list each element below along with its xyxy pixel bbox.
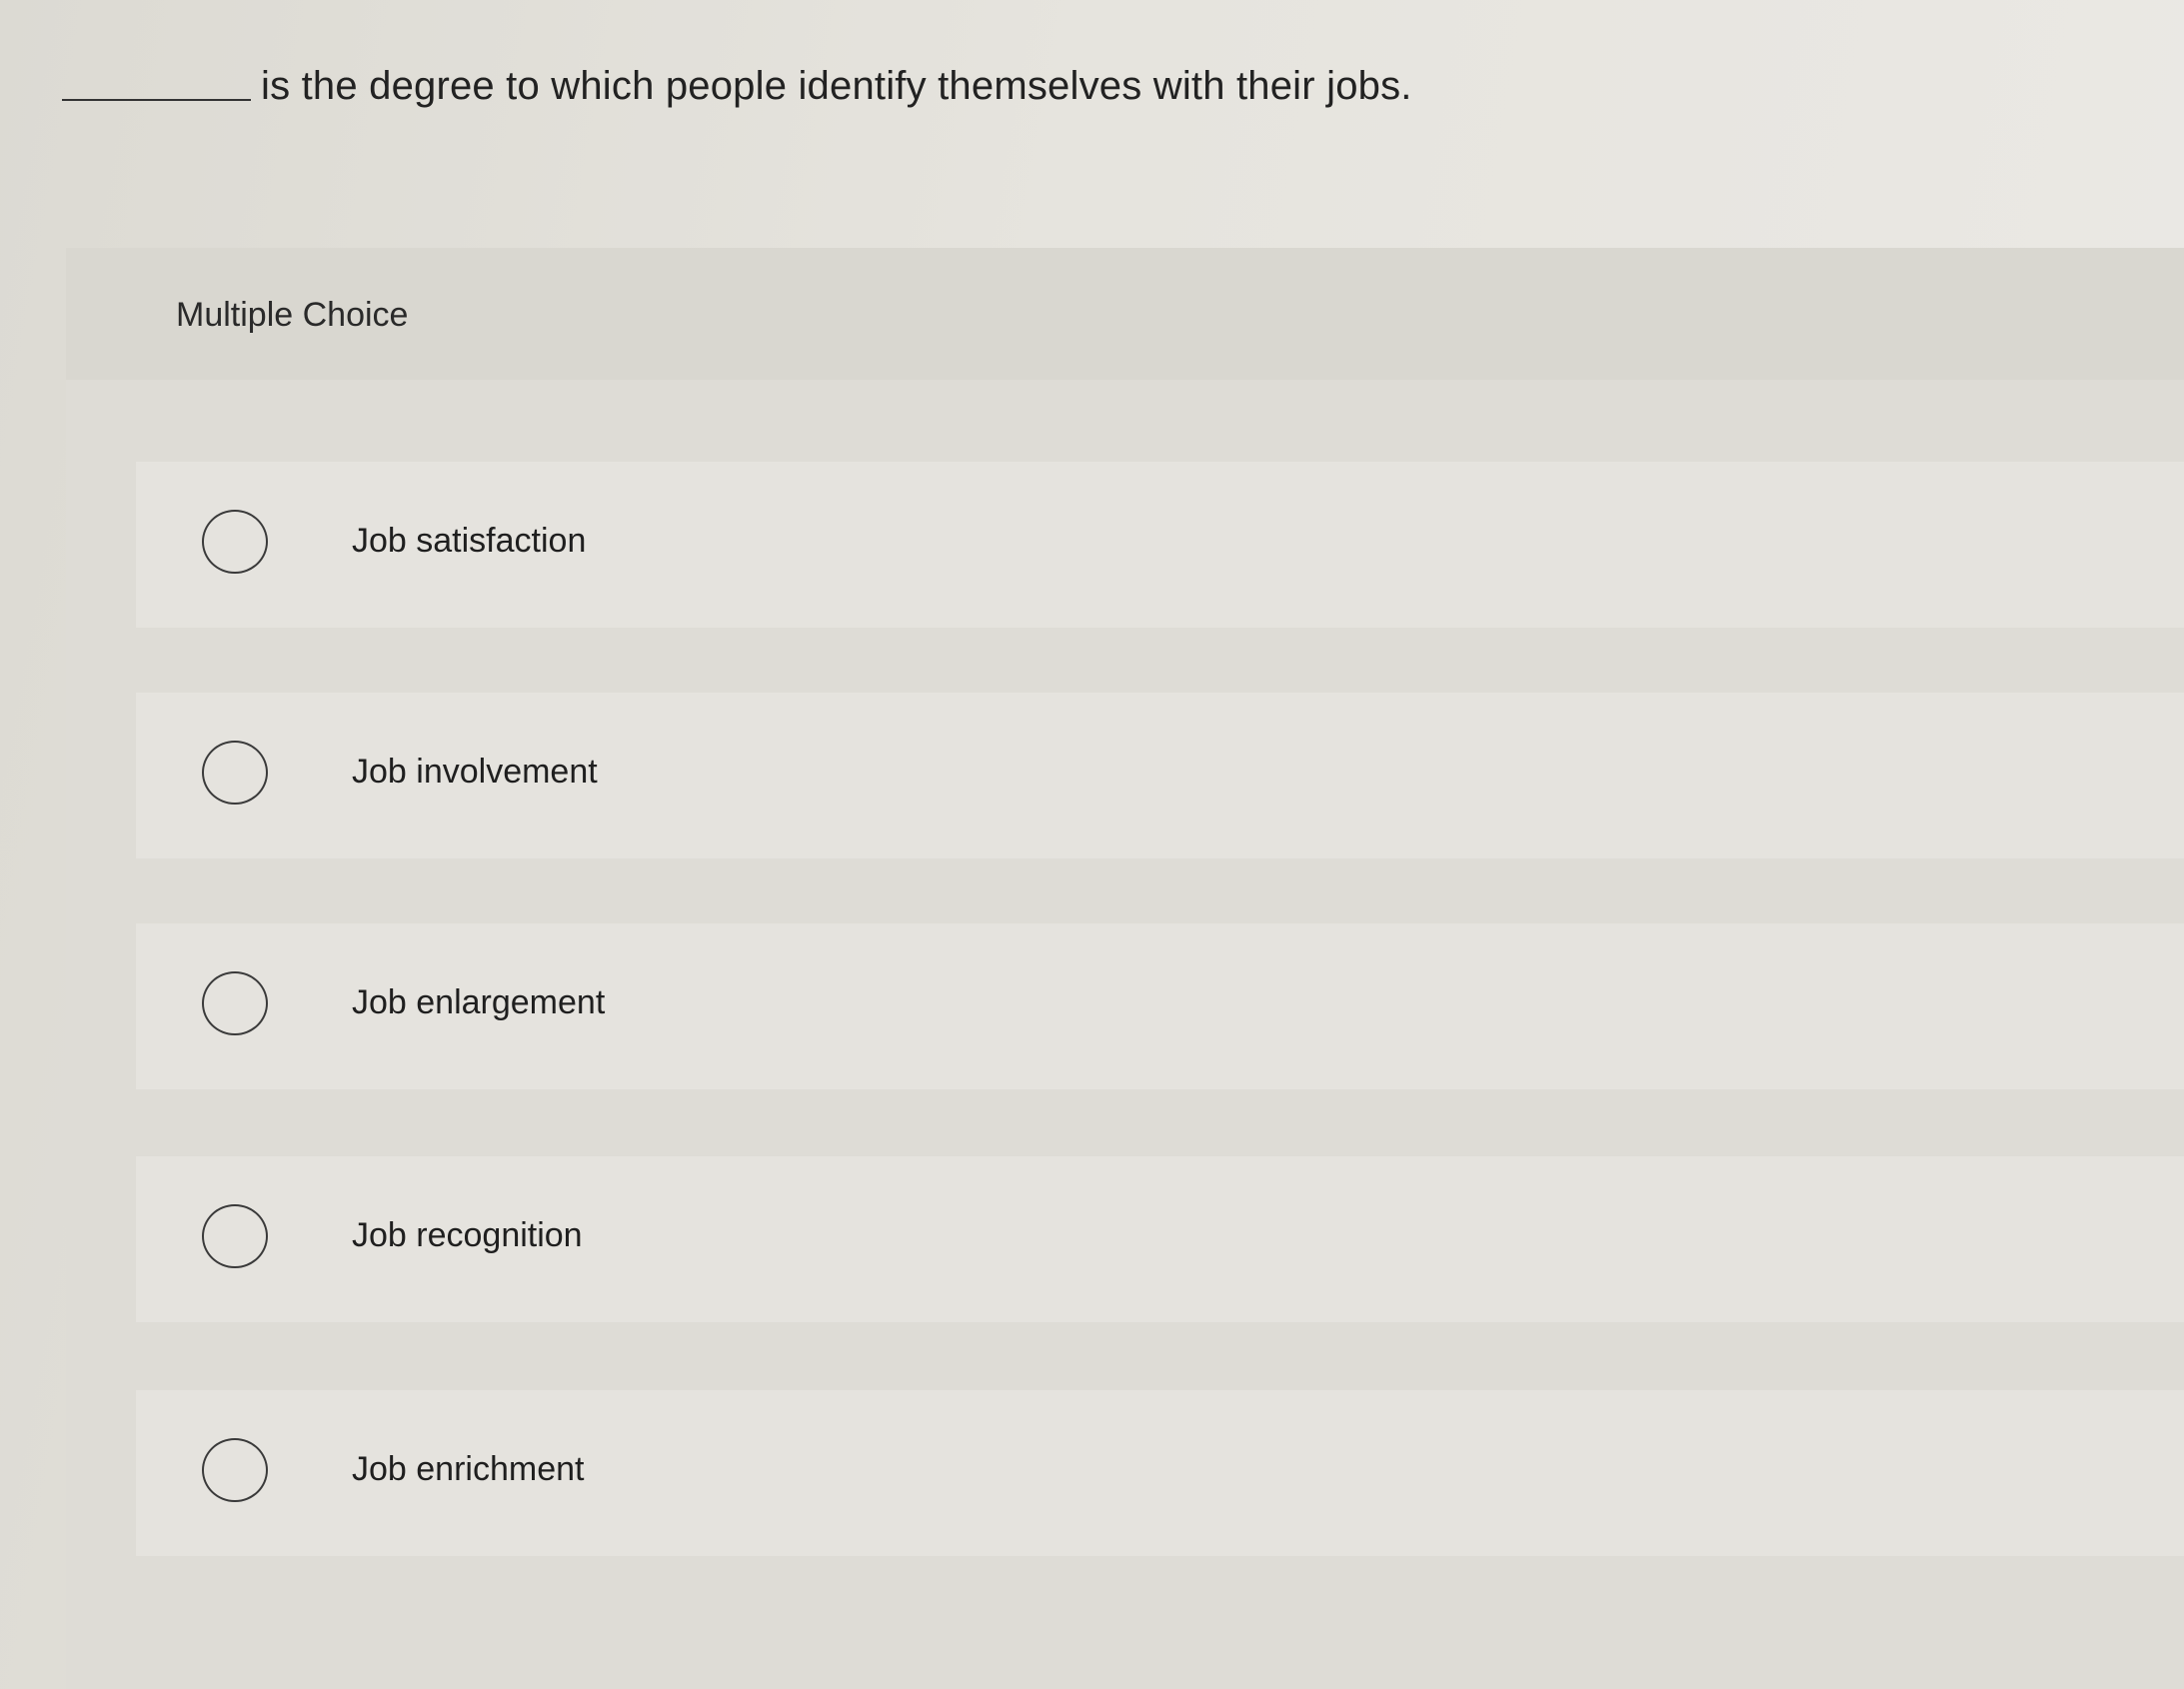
- section-title: Multiple Choice: [176, 296, 409, 334]
- radio-button[interactable]: [202, 971, 268, 1035]
- radio-button[interactable]: [202, 1204, 268, 1268]
- option-label: Job enrichment: [352, 1450, 585, 1488]
- question-prompt: is the degree to which people identify t…: [62, 64, 1412, 109]
- option-job-enlargement[interactable]: Job enlargement: [136, 923, 2184, 1089]
- panel-header: Multiple Choice: [66, 248, 2184, 380]
- radio-button[interactable]: [202, 510, 268, 574]
- option-label: Job involvement: [352, 753, 598, 791]
- option-job-enrichment[interactable]: Job enrichment: [136, 1390, 2184, 1556]
- option-label: Job recognition: [352, 1216, 583, 1254]
- option-label: Job satisfaction: [352, 522, 587, 560]
- option-job-recognition[interactable]: Job recognition: [136, 1156, 2184, 1322]
- option-job-involvement[interactable]: Job involvement: [136, 693, 2184, 858]
- radio-button[interactable]: [202, 741, 268, 805]
- radio-button[interactable]: [202, 1438, 268, 1502]
- option-job-satisfaction[interactable]: Job satisfaction: [136, 462, 2184, 628]
- answer-blank: [62, 99, 251, 101]
- option-label: Job enlargement: [352, 983, 606, 1021]
- question-text: is the degree to which people identify t…: [261, 64, 1412, 108]
- multiple-choice-panel: Multiple Choice Job satisfaction Job inv…: [66, 248, 2184, 1689]
